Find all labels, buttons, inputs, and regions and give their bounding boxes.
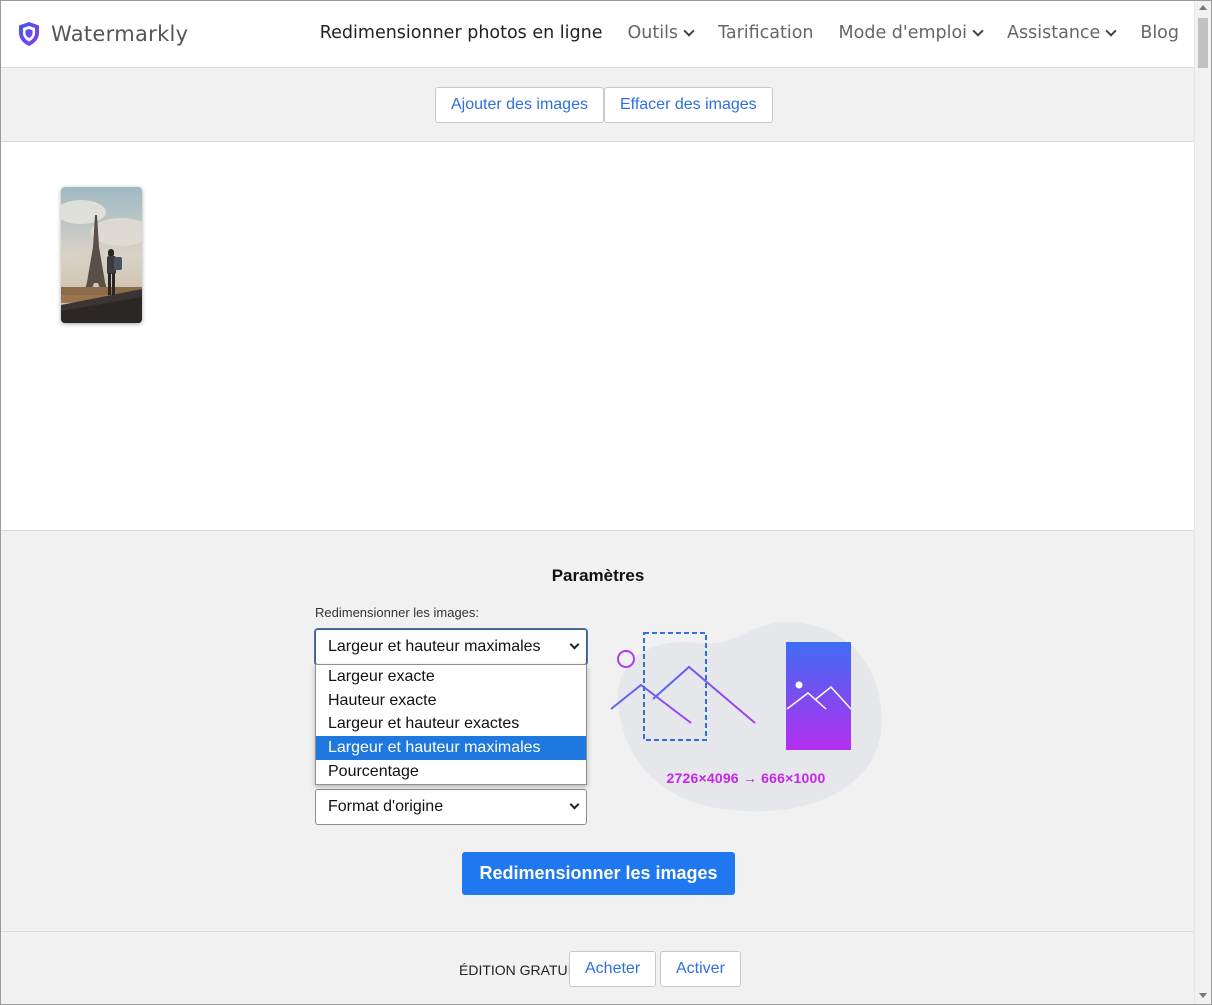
nav-howto-label: Mode d'emploi [838,23,968,43]
dimensions-readout: 2726×4096 → 666×1000 [666,770,826,786]
nav-tools-label: Outils [627,23,679,43]
option-exact-height[interactable]: Hauteur exacte [316,689,586,713]
output-format-value: Format d'origine [328,798,444,815]
add-images-button[interactable]: Ajouter des images [435,87,604,123]
buy-button[interactable]: Acheter [569,951,657,987]
chevron-down-icon [972,25,984,37]
brand-logo[interactable]: Watermarkly [17,21,188,47]
clear-images-button[interactable]: Effacer des images [604,87,773,123]
brand-name: Watermarkly [51,22,189,46]
resize-mode-value: Largeur et hauteur maximales [328,638,541,655]
nav-howto[interactable]: Mode d'emploi [838,23,984,43]
output-format-select[interactable]: Format d'origine [315,789,587,825]
main-nav: Redimensionner photos en ligne Outils Ta… [295,23,1179,43]
settings-title: Paramètres [551,566,645,585]
browser-frame: Watermarkly Redimensionner photos en lig… [0,0,1212,1005]
resize-mode-select[interactable]: Largeur et hauteur maximales [314,628,588,666]
scroll-thumb[interactable] [1198,18,1208,68]
resize-images-button[interactable]: Redimensionner les images [462,852,735,895]
nav-pricing-label: Tarification [718,23,814,43]
page-scrollbar[interactable] [1194,1,1211,1004]
activate-button[interactable]: Activer [660,951,741,987]
select-arrow-icon [569,639,580,650]
nav-resize[interactable]: Redimensionner photos en ligne [320,23,603,43]
image-toolbar: Ajouter des images Effacer des images [1,68,1195,142]
image-gallery [1,142,1195,531]
license-footer: ÉDITION GRATUIT Acheter Activer [1,931,1195,1004]
eiffel-photo-thumbnail [61,187,142,323]
nav-blog[interactable]: Blog [1140,23,1179,43]
resize-mode-label: Redimensionner les images: [315,605,480,620]
option-percentage[interactable]: Pourcentage [316,760,586,784]
nav-support-label: Assistance [1007,23,1101,43]
nav-resize-label: Redimensionner photos en ligne [319,23,603,43]
option-exact-width-height[interactable]: Largeur et hauteur exactes [316,713,586,737]
nav-pricing[interactable]: Tarification [718,23,813,43]
chevron-down-icon [683,25,695,37]
resize-mode-dropdown: Largeur exacte Hauteur exacte Largeur et… [315,664,587,785]
option-max-width-height[interactable]: Largeur et hauteur maximales [316,736,586,761]
image-thumbnail[interactable] [61,187,142,323]
chevron-down-icon [1105,25,1117,37]
nav-tools[interactable]: Outils [627,23,695,43]
shield-logo-icon [19,22,39,46]
scroll-up-arrow-icon[interactable] [1199,5,1207,10]
option-exact-width[interactable]: Largeur exacte [316,665,586,689]
edition-label: ÉDITION GRATUIT [459,962,581,978]
nav-blog-label: Blog [1140,23,1179,43]
scroll-down-arrow-icon[interactable] [1199,993,1207,998]
site-header: Watermarkly Redimensionner photos en lig… [1,1,1195,68]
select-arrow-icon [569,799,580,810]
nav-support[interactable]: Assistance [1007,23,1117,43]
